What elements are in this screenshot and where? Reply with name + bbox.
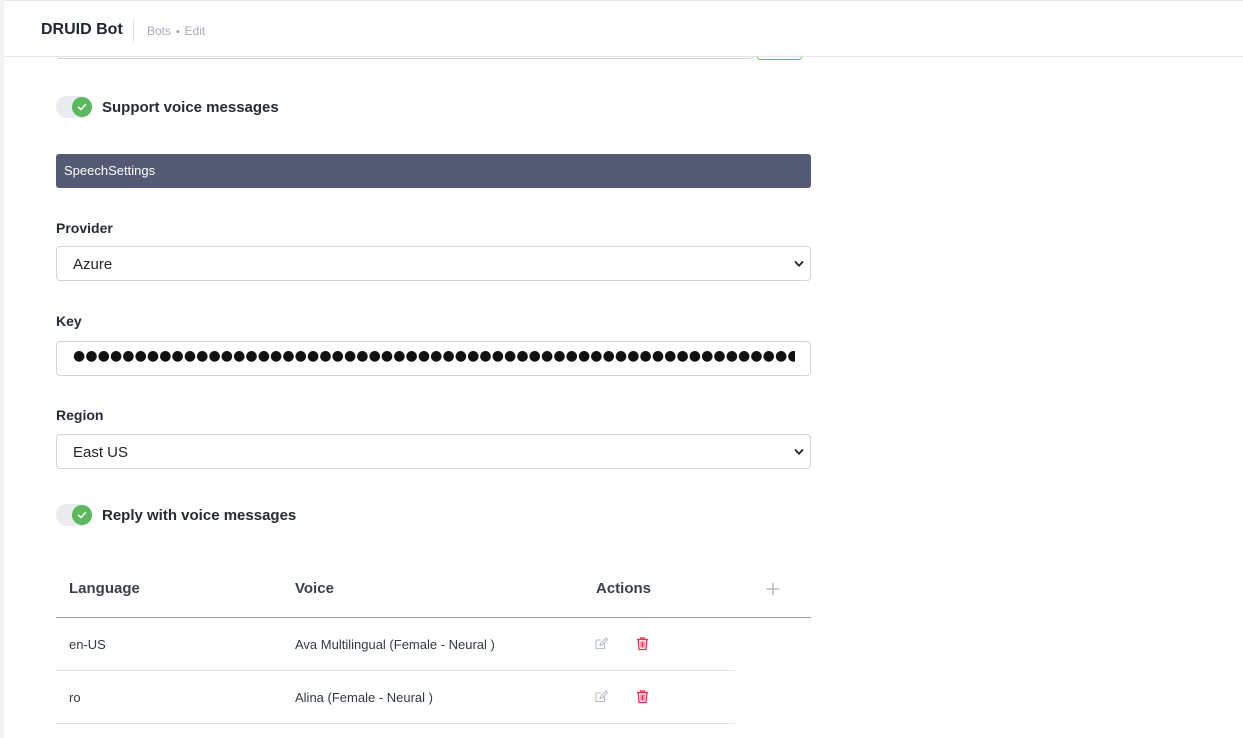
left-edge-strip — [0, 0, 4, 738]
app-title: DRUID Bot — [41, 21, 123, 38]
speech-settings-header: SpeechSettings — [56, 154, 811, 188]
support-voice-toggle[interactable]: Support voice messages — [56, 95, 279, 119]
row-language: en-US — [69, 637, 106, 652]
table-row: en-US Ava Multilingual (Female - Neural … — [56, 618, 735, 671]
row-language: ro — [69, 690, 81, 705]
key-label: Key — [56, 313, 82, 329]
trash-icon[interactable] — [635, 689, 650, 704]
breadcrumb-bots[interactable]: Bots — [147, 24, 171, 38]
reply-voice-toggle[interactable]: Reply with voice messages — [56, 503, 296, 527]
breadcrumb-separator: • — [176, 27, 180, 38]
chevron-down-icon — [794, 261, 804, 267]
chevron-down-icon — [794, 449, 804, 455]
breadcrumb-edit: Edit — [184, 24, 206, 38]
region-label: Region — [56, 407, 104, 423]
column-header-voice: Voice — [295, 580, 334, 597]
support-voice-toggle-track[interactable] — [56, 96, 92, 118]
provider-label: Provider — [56, 220, 113, 236]
breadcrumb: Bots • Edit — [147, 24, 205, 38]
region-select[interactable]: East US — [56, 434, 811, 469]
region-select-value: East US — [73, 444, 129, 461]
support-voice-label: Support voice messages — [102, 98, 279, 116]
provider-select-value: Azure — [73, 256, 113, 273]
table-row: ro Alina (Female - Neural ) — [56, 671, 735, 724]
key-input-masked-value: ●●●●●●●●●●●●●●●●●●●●●●●●●●●●●●●●●●●●●●●●… — [73, 348, 795, 364]
support-voice-toggle-knob — [72, 97, 92, 117]
reply-voice-label: Reply with voice messages — [102, 506, 297, 524]
check-icon — [77, 511, 87, 519]
edit-icon[interactable] — [594, 689, 609, 704]
edit-icon[interactable] — [594, 636, 609, 651]
column-header-language: Language — [69, 580, 140, 597]
provider-select[interactable]: Azure — [56, 246, 811, 281]
reply-voice-toggle-knob — [72, 505, 92, 525]
page: DRUID Bot Bots • Edit Support voice messag… — [0, 0, 1243, 738]
check-icon — [77, 103, 87, 111]
trash-icon[interactable] — [635, 636, 650, 651]
title-divider — [133, 19, 134, 43]
voices-table-header: Language Voice Actions — [56, 561, 811, 618]
column-header-actions: Actions — [596, 580, 652, 597]
key-input[interactable]: ●●●●●●●●●●●●●●●●●●●●●●●●●●●●●●●●●●●●●●●●… — [56, 341, 811, 376]
row-voice: Ava Multilingual (Female - Neural ) — [295, 637, 495, 652]
plus-icon[interactable] — [765, 581, 781, 597]
row-voice: Alina (Female - Neural ) — [295, 690, 433, 705]
top-bar: DRUID Bot Bots • Edit — [4, 0, 1243, 57]
reply-voice-toggle-track[interactable] — [56, 504, 92, 526]
